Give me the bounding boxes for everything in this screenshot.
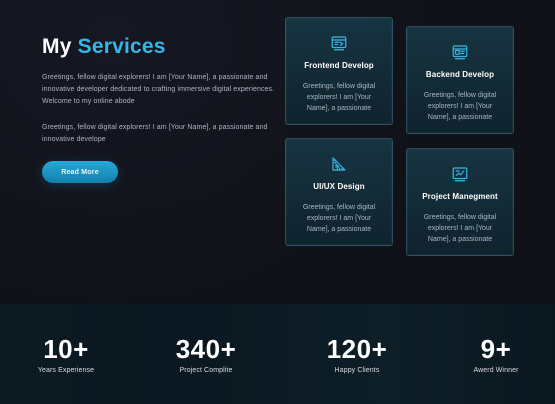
stat-value: 10+ — [43, 334, 89, 364]
stat-label: Project Complite — [179, 367, 233, 374]
card-text: Greetings, fellow digital explorers! I a… — [423, 92, 497, 121]
read-more-button[interactable]: Read More — [42, 161, 118, 183]
stat-award-winner: 9+ Awerd Winner — [436, 334, 555, 376]
stat-value: 120+ — [326, 334, 388, 364]
stat-label: Happy Clients — [334, 367, 380, 374]
card-title: Frontend Develop — [304, 61, 374, 70]
service-card-backend[interactable]: Backend Develop Greetings, fellow digita… — [406, 26, 514, 134]
service-card-uiux[interactable]: UI/UX Design Greetings, fellow digital e… — [285, 138, 393, 246]
title-word-my: My — [42, 35, 72, 58]
card-title: UI/UX Design — [313, 182, 365, 191]
stat-happy-clients: 120+ Happy Clients — [297, 334, 417, 376]
card-text: Greetings, fellow digital explorers! I a… — [302, 204, 376, 233]
section-title: My Services — [42, 34, 280, 60]
stat-value: 340+ — [175, 334, 237, 364]
card-text: Greetings, fellow digital explorers! I a… — [423, 214, 497, 243]
design-icon — [330, 155, 348, 173]
card-text: Greetings, fellow digital explorers! I a… — [302, 83, 376, 112]
stats-bar: 10+ Years Experiense 340+ Project Compli… — [0, 304, 555, 404]
backend-icon — [451, 43, 469, 61]
card-title: Project Manegment — [422, 192, 498, 201]
intro-paragraph-1: Greetings, fellow digital explorers! I a… — [42, 74, 275, 105]
project-icon — [451, 165, 469, 183]
service-card-frontend[interactable]: Frontend Develop Greetings, fellow digit… — [285, 17, 393, 125]
stat-projects-complete: 340+ Project Complite — [146, 334, 266, 376]
intro-paragraph-2: Greetings, fellow digital explorers! I a… — [42, 124, 268, 143]
title-word-services: Services — [77, 35, 166, 58]
card-title: Backend Develop — [425, 70, 495, 79]
service-card-project[interactable]: Project Manegment Greetings, fellow digi… — [406, 148, 514, 256]
stat-value: 9+ — [480, 334, 512, 364]
frontend-icon — [330, 34, 348, 52]
stat-label: Awerd Winner — [473, 367, 519, 374]
page: My Services Greetings, fellow digital ex… — [0, 0, 555, 404]
stat-years-experience: 10+ Years Experiense — [6, 334, 126, 376]
services-intro: My Services Greetings, fellow digital ex… — [42, 34, 280, 146]
stat-label: Years Experiense — [37, 367, 95, 374]
